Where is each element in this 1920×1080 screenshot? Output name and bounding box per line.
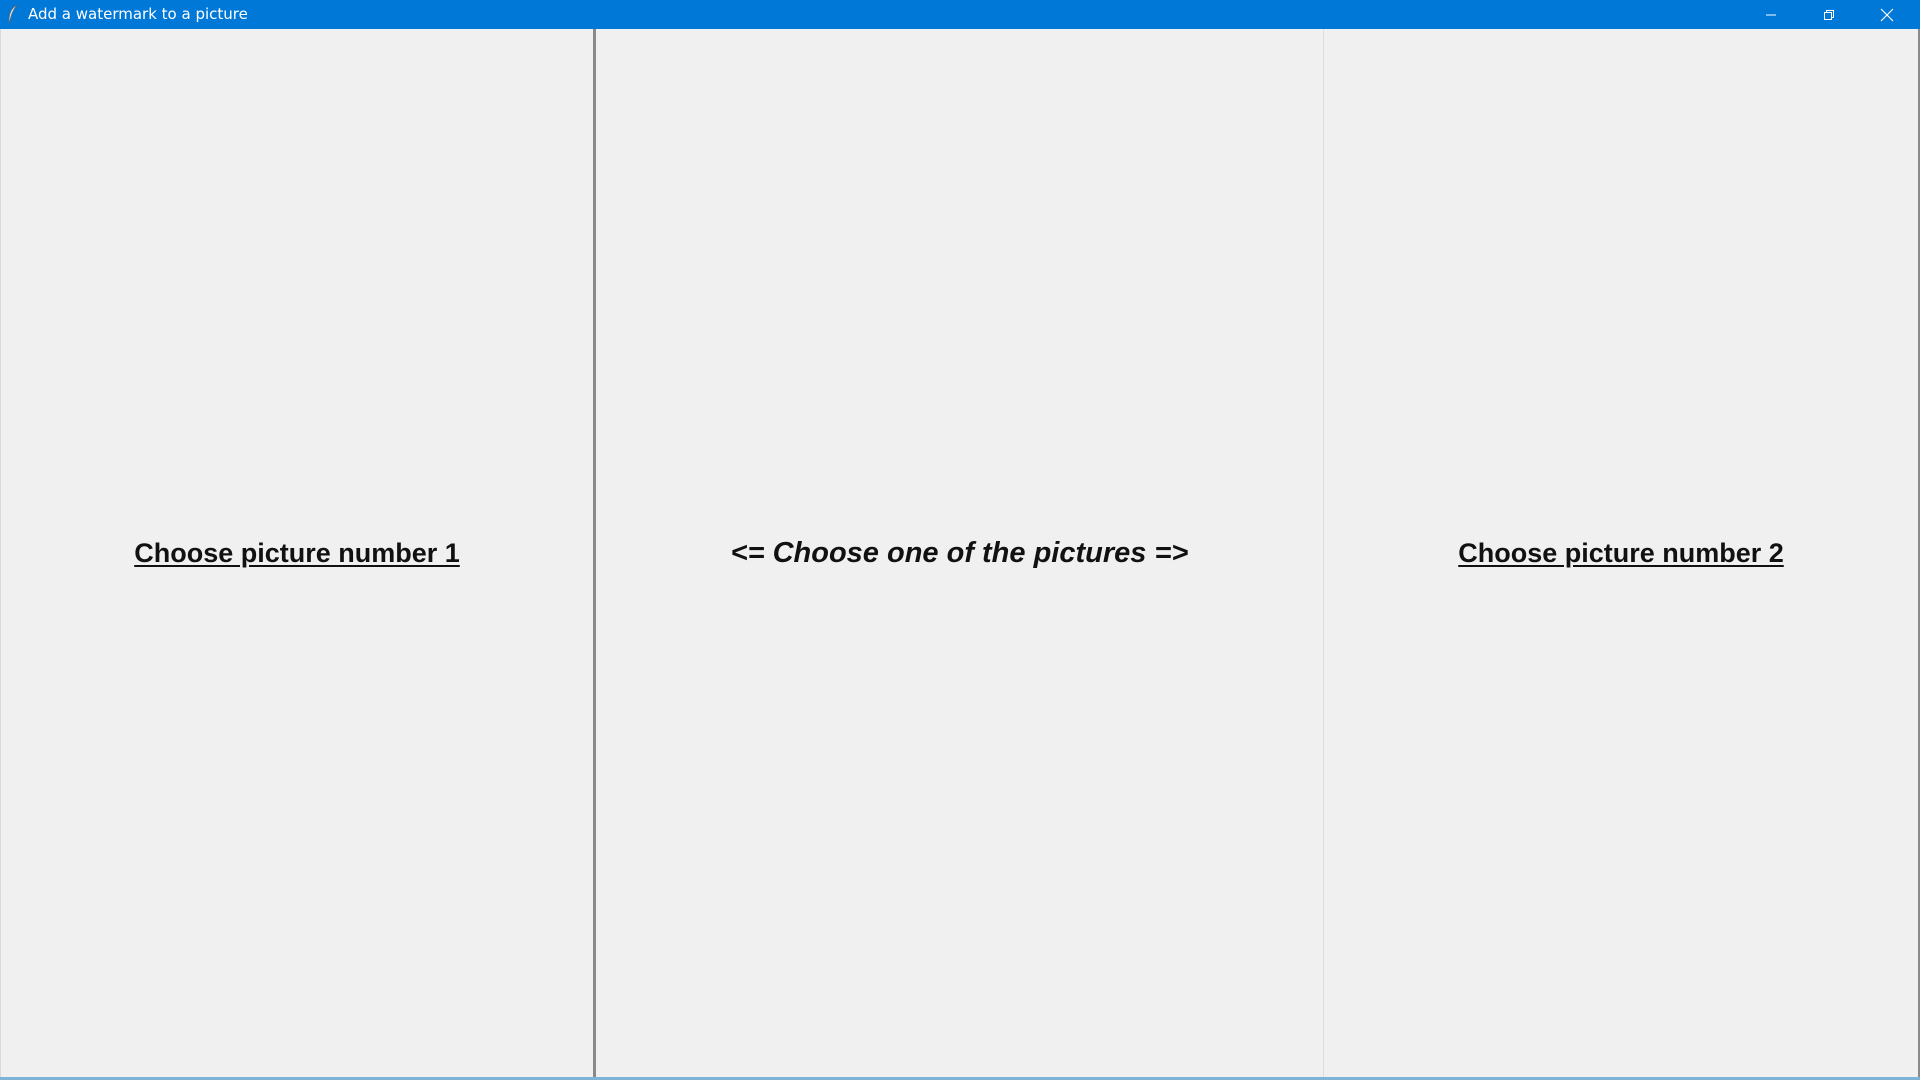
title-bar[interactable]: Add a watermark to a picture [0,0,1920,29]
feather-icon [5,4,21,24]
left-picture-panel[interactable]: Choose picture number 1 [0,29,596,1077]
close-button[interactable] [1858,0,1916,29]
choose-picture-1-link[interactable]: Choose picture number 1 [1,537,593,569]
minimize-icon [1765,9,1777,21]
choose-picture-2-link[interactable]: Choose picture number 2 [1324,537,1918,569]
restore-icon [1823,9,1835,21]
choose-hint-text: <= Choose one of the pictures => [730,537,1189,569]
app-window: Add a watermark to a picture Choose pict… [0,0,1920,1080]
window-title: Add a watermark to a picture [28,5,248,23]
center-panel: <= Choose one of the pictures => [596,29,1324,1077]
right-picture-panel[interactable]: Choose picture number 2 [1324,29,1920,1077]
minimize-button[interactable] [1742,0,1800,29]
close-icon [1880,8,1894,22]
maximize-button[interactable] [1800,0,1858,29]
client-area: Choose picture number 1 <= Choose one of… [0,29,1920,1080]
